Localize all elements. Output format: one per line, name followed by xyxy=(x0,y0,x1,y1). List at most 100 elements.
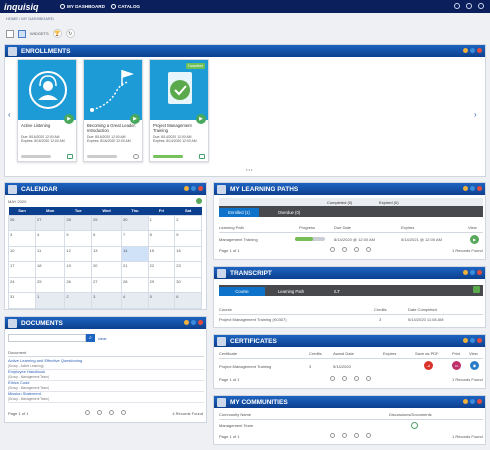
calendar-day-cell[interactable]: 2 xyxy=(64,292,93,310)
calendar-day-cell[interactable]: 26 xyxy=(7,214,37,232)
close-icon[interactable] xyxy=(477,48,482,53)
nav-catalog[interactable]: CATALOG xyxy=(110,4,140,9)
tab-completed[interactable]: Completed (0) xyxy=(327,200,352,205)
next-page-button[interactable] xyxy=(109,410,114,415)
first-page-button[interactable] xyxy=(330,433,335,438)
layout-single-button[interactable] xyxy=(6,29,14,38)
clear-link[interactable]: clear xyxy=(98,336,107,341)
calendar-day-cell[interactable]: 7 xyxy=(121,230,149,247)
next-page-button[interactable] xyxy=(354,433,359,438)
next-page-button[interactable] xyxy=(354,376,359,381)
calendar-day-cell[interactable]: 9 xyxy=(174,230,202,247)
documents-column-header[interactable]: Document xyxy=(8,350,204,357)
cert-col-award[interactable]: Award Date xyxy=(333,351,354,356)
calendar-day-cell[interactable]: 26 xyxy=(64,276,93,294)
calendar-day-cell[interactable]: 13 xyxy=(91,245,122,263)
enrollment-card[interactable]: ▶ Active Listening Due: 8/16/2020 12:00 … xyxy=(17,59,77,162)
app-logo[interactable]: inquisiq xyxy=(4,2,54,12)
calendar-day-cell[interactable]: 5 xyxy=(147,292,176,310)
calendar-day-cell[interactable]: 16 xyxy=(174,245,202,263)
minimize-icon[interactable] xyxy=(463,338,468,343)
prev-page-button[interactable] xyxy=(97,410,102,415)
certificate-icon[interactable] xyxy=(199,154,205,159)
settings-icon[interactable] xyxy=(470,270,475,275)
enrollment-card[interactable]: Completed ▶ Project Management Training … xyxy=(149,59,209,162)
calendar-day-cell[interactable]: 19 xyxy=(64,261,93,278)
tab-course[interactable]: Course xyxy=(219,287,265,296)
calendar-day-cell[interactable]: 18 xyxy=(35,261,66,278)
calendar-day-cell[interactable]: 15 xyxy=(147,245,176,263)
cart-icon[interactable] xyxy=(466,3,472,9)
close-icon[interactable] xyxy=(477,270,482,275)
lp-col-due[interactable]: Due Date xyxy=(334,225,351,230)
calendar-day-cell[interactable]: 29 xyxy=(147,276,176,294)
calendar-day-cell[interactable]: 28 xyxy=(121,276,149,294)
export-icon[interactable] xyxy=(473,286,480,293)
carousel-next-icon[interactable]: › xyxy=(474,110,477,119)
calendar-day-cell[interactable]: 8 xyxy=(147,230,176,247)
settings-icon[interactable] xyxy=(470,186,475,191)
calendar-day-cell[interactable]: 4 xyxy=(35,230,66,247)
documents-search-input[interactable] xyxy=(8,334,86,342)
last-page-button[interactable] xyxy=(366,433,371,438)
settings-icon[interactable] xyxy=(470,399,475,404)
calendar-day-cell[interactable]: 10 xyxy=(7,245,37,263)
nav-dashboard[interactable]: MY DASHBOARD xyxy=(60,4,105,9)
carousel-prev-icon[interactable]: ‹ xyxy=(8,110,11,119)
minimize-icon[interactable] xyxy=(184,320,189,325)
minimize-icon[interactable] xyxy=(463,270,468,275)
calendar-day-cell[interactable]: 6 xyxy=(174,292,202,310)
settings-icon[interactable] xyxy=(191,186,196,191)
calendar-day-cell[interactable]: 20 xyxy=(91,261,122,278)
pdf-icon[interactable]: ⊿ xyxy=(424,361,433,370)
carousel-dots[interactable]: • • • xyxy=(246,167,252,172)
calendar-day-cell[interactable]: 27 xyxy=(91,276,122,294)
calendar-day-cell[interactable]: 3 xyxy=(91,292,122,310)
calendar-day-cell[interactable]: 28 xyxy=(64,214,93,232)
last-page-button[interactable] xyxy=(121,410,126,415)
last-page-button[interactable] xyxy=(366,247,371,252)
print-icon[interactable]: ▭ xyxy=(452,361,461,370)
launch-button[interactable]: ▶ xyxy=(130,114,140,124)
search-button[interactable]: ⌕ xyxy=(86,334,95,342)
prev-page-button[interactable] xyxy=(342,376,347,381)
calendar-day-cell[interactable]: 3 xyxy=(7,230,37,247)
close-icon[interactable] xyxy=(477,338,482,343)
settings-icon[interactable] xyxy=(470,338,475,343)
search-icon[interactable] xyxy=(454,3,460,9)
tab-expired[interactable]: Expired (0) xyxy=(379,200,399,205)
calendar-day-cell[interactable]: 30 xyxy=(121,214,149,232)
close-icon[interactable] xyxy=(198,186,203,191)
calendar-day-cell[interactable]: 17 xyxy=(7,261,37,278)
prev-page-button[interactable] xyxy=(342,247,347,252)
minimize-icon[interactable] xyxy=(463,48,468,53)
calendar-day-cell[interactable]: 4 xyxy=(121,292,149,310)
calendar-day-cell[interactable]: 22 xyxy=(147,261,176,278)
last-page-button[interactable] xyxy=(366,376,371,381)
refresh-icon[interactable]: ↻ xyxy=(65,29,75,38)
settings-icon[interactable] xyxy=(470,48,475,53)
lp-col-path[interactable]: Learning Path xyxy=(219,225,244,230)
calendar-day-cell[interactable]: 5 xyxy=(64,230,93,247)
calendar-day-cell[interactable]: 30 xyxy=(174,276,202,294)
minimize-icon[interactable] xyxy=(184,186,189,191)
calendar-day-cell[interactable]: 25 xyxy=(35,276,66,294)
calendar-day-cell[interactable]: 31 xyxy=(7,292,37,310)
trophy-icon[interactable]: 🏆 xyxy=(52,29,62,38)
minimize-icon[interactable] xyxy=(463,399,468,404)
close-icon[interactable] xyxy=(477,186,482,191)
breadcrumb[interactable]: HOME / MY DASHBOARD xyxy=(6,16,54,21)
calendar-day-cell[interactable]: 11 xyxy=(35,245,66,263)
user-icon[interactable] xyxy=(478,3,484,9)
view-button[interactable]: ▶ xyxy=(470,235,479,244)
launch-button[interactable]: ▶ xyxy=(64,114,74,124)
close-icon[interactable] xyxy=(477,399,482,404)
first-page-button[interactable] xyxy=(330,247,335,252)
enrollment-card[interactable]: ▶ Becoming a Great Leader: Introduction … xyxy=(83,59,143,162)
calendar-day-cell[interactable]: 24 xyxy=(7,276,37,294)
calendar-day-cell[interactable]: 6 xyxy=(91,230,122,247)
first-page-button[interactable] xyxy=(330,376,335,381)
tab-learning-path[interactable]: Learning Path xyxy=(265,287,317,296)
comm-col-name[interactable]: Community Name xyxy=(219,412,251,417)
calendar-day-cell[interactable]: 1 xyxy=(35,292,66,310)
